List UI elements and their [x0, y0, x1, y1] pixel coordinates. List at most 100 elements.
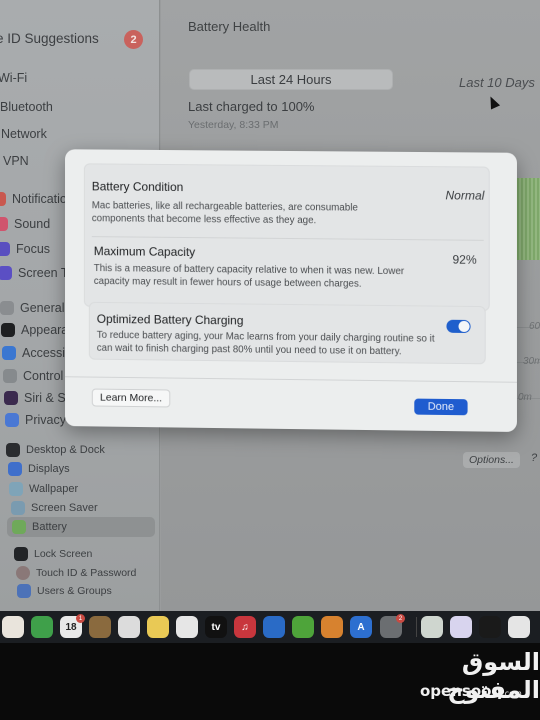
chart-axis-label: 30m: [523, 356, 540, 367]
sidebar-item-label: Touch ID & Password: [36, 567, 137, 579]
maximum-capacity-description: This is a measure of battery capacity re…: [93, 263, 405, 290]
siri-icon: [4, 391, 18, 405]
photos-icon[interactable]: [2, 616, 24, 638]
sidebar-item-sound[interactable]: Sound: [0, 214, 50, 234]
hand-icon: [5, 413, 19, 427]
chart-axis-label: 60: [529, 321, 540, 332]
battery-icon: [12, 520, 26, 534]
lock-icon: [14, 547, 28, 561]
learn-more-button[interactable]: Learn More...: [91, 388, 171, 408]
sidebar-item-wifi[interactable]: Wi-Fi: [0, 68, 27, 88]
sidebar-item-displays[interactable]: Displays: [8, 459, 70, 479]
watermark-domain: .com: [502, 689, 522, 698]
notes-icon[interactable]: [147, 616, 169, 638]
dock-icon-label: A: [357, 621, 365, 633]
moon-icon: [0, 242, 10, 256]
messenger-icon[interactable]: [450, 616, 472, 638]
sidebar-item-label: Bluetooth: [0, 100, 53, 114]
options-button[interactable]: Options...: [463, 452, 520, 468]
optimized-charging-title: Optimized Battery Charging: [96, 311, 244, 328]
sidebar-item-label: General: [20, 301, 65, 315]
optimized-charging-toggle[interactable]: [446, 319, 471, 334]
sidebar-item-battery[interactable]: Battery: [12, 517, 67, 537]
dock-icon-label: ♫: [241, 621, 249, 633]
sidebar-item-focus[interactable]: Focus: [0, 239, 50, 259]
accessibility-icon: [2, 346, 16, 360]
battery-condition-value: Normal: [445, 188, 485, 203]
speaker-icon: [0, 217, 8, 231]
control-center-icon: [3, 369, 17, 383]
sidebar-item-desktop-dock[interactable]: Desktop & Dock: [6, 440, 105, 460]
app-store-icon[interactable]: A: [350, 616, 372, 638]
footer-divider: [65, 376, 517, 383]
tab-last-10-days[interactable]: Last 10 Days: [459, 75, 535, 90]
sidebar-item-label: Battery: [32, 521, 67, 533]
screen-saver-icon: [11, 501, 25, 515]
sidebar-item-screen-saver[interactable]: Screen Saver: [11, 498, 98, 518]
dock-icon-label: 18: [65, 621, 77, 633]
sidebar-item-label: Wallpaper: [29, 483, 79, 495]
tab-last-24-hours[interactable]: Last 24 Hours: [189, 69, 393, 90]
users-icon: [17, 584, 31, 598]
sidebar-item-lock-screen[interactable]: Lock Screen: [14, 544, 92, 564]
numbers-icon[interactable]: [292, 616, 314, 638]
done-button[interactable]: Done: [414, 398, 468, 416]
optimized-charging-description: To reduce battery aging, your Mac learns…: [96, 329, 435, 358]
sidebar-item-label: VPN: [3, 154, 29, 168]
mouse-cursor-icon: [485, 94, 501, 110]
last-charged-label: Last charged to 100%: [188, 99, 315, 114]
sidebar-item-label: Lock Screen: [34, 548, 93, 560]
dock-icon-label: tv: [211, 621, 221, 633]
dock-badge: 2: [396, 614, 405, 623]
excel-icon[interactable]: [421, 616, 443, 638]
bell-icon: [0, 192, 6, 206]
watermark-latin: opensooq.com: [420, 682, 522, 700]
reminders-icon[interactable]: [118, 616, 140, 638]
last-charged-time: Yesterday, 8:33 PM: [188, 119, 279, 131]
sidebar-item-touch-id[interactable]: Touch ID & Password: [16, 563, 136, 583]
sidebar-item-label: Wi-Fi: [0, 71, 28, 85]
stocks-icon[interactable]: [479, 616, 501, 638]
sidebar-item-label: Focus: [16, 242, 51, 256]
sidebar-item-bluetooth[interactable]: Bluetooth: [0, 97, 53, 117]
sidebar-item-wallpaper[interactable]: Wallpaper: [9, 479, 78, 499]
sun-icon: [8, 462, 22, 476]
sidebar-item-vpn[interactable]: VPN: [3, 151, 29, 171]
toggle-knob: [458, 320, 470, 333]
tv-icon[interactable]: tv: [205, 616, 227, 638]
pages-icon[interactable]: [321, 616, 343, 638]
maximum-capacity-title: Maximum Capacity: [93, 244, 196, 260]
sidebar-item-label: Users & Groups: [37, 585, 112, 597]
sidebar-item-label: Desktop & Dock: [26, 444, 105, 456]
help-button[interactable]: ?: [531, 452, 537, 464]
sidebar-item-users-groups[interactable]: Users & Groups: [17, 581, 112, 601]
sidebar-item-label: Screen Saver: [31, 502, 98, 514]
battery-health-dialog: Battery Condition Mac batteries, like al…: [65, 149, 517, 432]
sidebar-item-label: Sound: [14, 217, 51, 231]
sidebar-item-network[interactable]: Network: [1, 124, 47, 144]
dock-badge: 1: [76, 614, 85, 623]
page-title: Battery Health: [188, 19, 271, 34]
sidebar-item-label: Network: [1, 127, 47, 141]
appearance-icon: [1, 323, 15, 337]
freeform-icon[interactable]: [176, 616, 198, 638]
contacts-icon[interactable]: [89, 616, 111, 638]
keynote-icon[interactable]: [263, 616, 285, 638]
sidebar-item-notifications[interactable]: Notification: [0, 189, 74, 209]
facetime-icon[interactable]: [31, 616, 53, 638]
screen: e ID Suggestions 2 Wi-Fi Bluetooth Netwo…: [0, 0, 540, 615]
music-icon[interactable]: ♫: [234, 616, 256, 638]
sidebar-item-apple-id-suggestions[interactable]: e ID Suggestions: [0, 28, 99, 48]
slack-icon[interactable]: [508, 616, 530, 638]
maximum-capacity-value: 92%: [452, 252, 477, 267]
gear-icon: [0, 301, 14, 315]
fingerprint-icon: [16, 566, 30, 580]
sidebar-item-general[interactable]: General: [0, 298, 64, 318]
battery-condition-description: Mac batteries, like all rechargeable bat…: [91, 200, 358, 227]
dock-separator: [416, 617, 417, 637]
watermark-brand: opensooq: [420, 682, 503, 700]
flower-icon: [9, 482, 23, 496]
notification-badge: 2: [124, 30, 143, 49]
hourglass-icon: [0, 266, 12, 280]
chart-axis-label: 0m: [518, 392, 532, 403]
